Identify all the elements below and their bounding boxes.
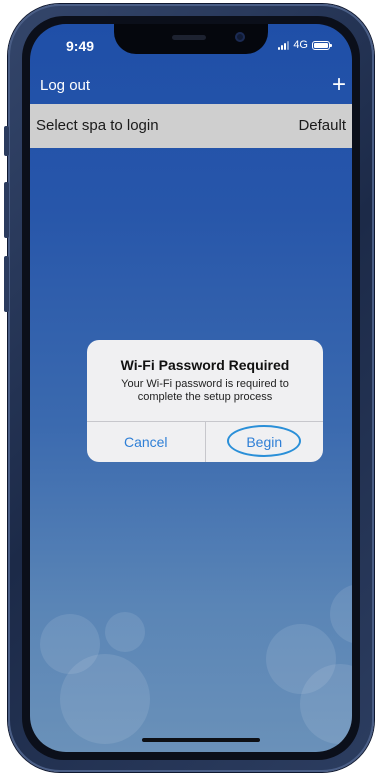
spa-select-label: Select spa to login	[36, 117, 159, 134]
screen: 9:49 4G Log out + Select spa to login De…	[30, 24, 352, 752]
home-indicator[interactable]	[142, 738, 260, 742]
side-button-volume-down	[4, 256, 9, 312]
battery-icon	[312, 40, 332, 50]
begin-button[interactable]: Begin	[206, 422, 324, 462]
signal-icon	[278, 40, 290, 50]
dialog-message: Your Wi-Fi password is required to compl…	[121, 378, 289, 403]
status-time: 9:49	[66, 38, 95, 54]
cancel-button-label: Cancel	[123, 434, 168, 450]
side-button-volume-up	[4, 182, 9, 238]
spa-select-value: Default	[298, 117, 346, 134]
notch	[114, 24, 268, 54]
network-type: 4G	[293, 39, 308, 51]
begin-highlight-ring	[227, 425, 302, 457]
dialog-title: Wi-Fi Password Required	[120, 357, 290, 373]
cancel-button[interactable]: Cancel	[87, 422, 205, 462]
status-indicators: 4G	[278, 39, 332, 51]
nav-bar: Log out +	[30, 72, 352, 102]
bokeh-decoration	[60, 654, 150, 744]
bokeh-decoration	[330, 584, 352, 644]
plus-icon[interactable]: +	[332, 72, 346, 98]
bokeh-decoration	[105, 612, 145, 652]
phone-frame: 9:49 4G Log out + Select spa to login De…	[4, 4, 374, 772]
camera-icon	[235, 32, 245, 42]
speaker-grille	[172, 35, 206, 40]
dialog-actions: Cancel Begin	[87, 421, 323, 462]
spa-select-row[interactable]: Select spa to login Default	[30, 104, 352, 148]
side-button-mute	[4, 126, 9, 156]
logout-button[interactable]: Log out	[40, 77, 90, 94]
wifi-password-dialog: Wi-Fi Password Required Your Wi-Fi passw…	[87, 340, 323, 462]
